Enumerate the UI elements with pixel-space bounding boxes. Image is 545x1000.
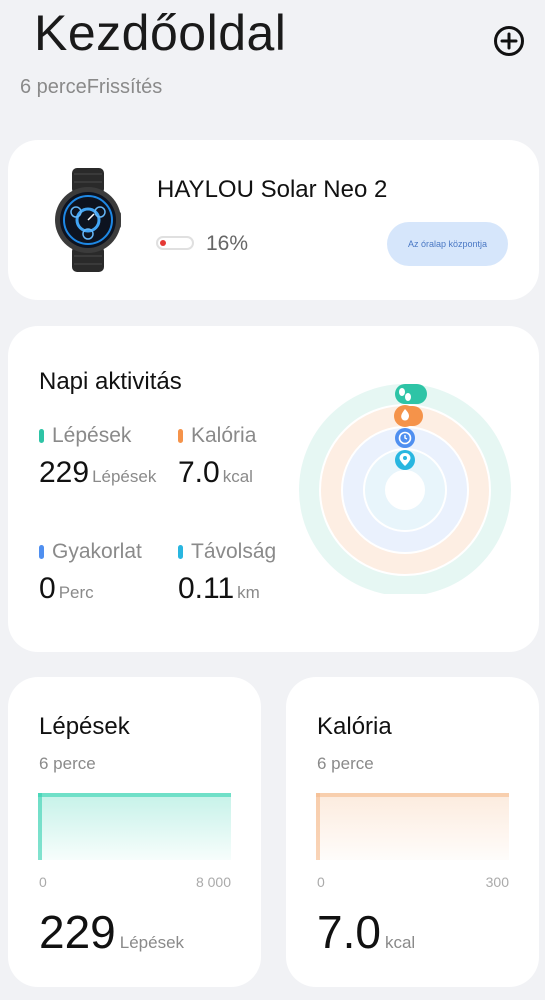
calories-dot-icon	[178, 429, 183, 443]
steps-card-title: Lépések	[39, 713, 130, 740]
daily-activity-card[interactable]: Napi aktivitás Lépések 229 Lépések Kalóri…	[8, 326, 539, 652]
metric-unit: kcal	[222, 467, 253, 486]
calories-axis-min: 0	[317, 874, 325, 890]
last-refresh-text: 6 perceFrissítés	[20, 76, 163, 98]
steps-chart-bar	[38, 793, 42, 860]
steps-chart	[38, 793, 231, 860]
calories-chart	[316, 793, 509, 860]
metric-label: Lépések	[52, 424, 132, 447]
metric-unit: km	[237, 583, 260, 602]
calories-card-title: Kalória	[317, 713, 392, 740]
metric-value: 0.11	[178, 572, 235, 605]
metric-calories: Kalória 7.0 kcal	[178, 424, 256, 490]
metric-steps: Lépések 229 Lépések	[39, 424, 156, 490]
metric-value: 0	[39, 572, 56, 605]
steps-card-updated: 6 perce	[39, 754, 96, 773]
battery-percent: 16%	[206, 232, 249, 255]
device-name: HAYLOU Solar Neo 2	[157, 176, 388, 203]
calories-chart-bar	[316, 793, 320, 860]
calories-value: 7.0	[317, 906, 381, 958]
steps-dot-icon	[39, 429, 44, 443]
metric-label: Távolság	[191, 540, 277, 563]
calories-card-updated: 6 perce	[317, 754, 374, 773]
battery-icon	[156, 236, 194, 250]
metric-unit: Perc	[58, 583, 94, 602]
watch-face-center-button[interactable]: Az óralap központja	[387, 222, 508, 266]
metric-unit: Lépések	[92, 467, 157, 486]
calories-axis-max: 300	[485, 874, 509, 890]
exercise-dot-icon	[39, 545, 44, 559]
metric-value: 7.0	[178, 456, 220, 489]
metric-label: Gyakorlat	[52, 540, 142, 563]
metric-label: Kalória	[191, 424, 257, 447]
activity-title: Napi aktivitás	[39, 368, 182, 395]
activity-rings	[299, 384, 511, 594]
metric-exercise: Gyakorlat 0 Perc	[39, 540, 142, 606]
calories-card[interactable]: Kalória 6 perce 0 300 7.0 kcal	[286, 677, 539, 987]
battery-level-fill	[160, 240, 166, 246]
steps-unit: Lépések	[119, 933, 185, 952]
add-button[interactable]	[492, 24, 526, 58]
calories-unit: kcal	[384, 933, 416, 952]
distance-dot-icon	[178, 545, 183, 559]
metric-value: 229	[39, 456, 90, 489]
smartwatch-icon	[55, 168, 121, 272]
metric-distance: Távolság 0.11 km	[178, 540, 276, 606]
calories-chart-area	[316, 794, 509, 860]
steps-axis-min: 0	[39, 874, 47, 890]
steps-value: 229	[39, 906, 116, 958]
steps-axis-max: 8 000	[195, 874, 231, 890]
steps-card[interactable]: Lépések 6 perce 0 8 000 229 Lépések	[8, 677, 261, 987]
device-card[interactable]: HAYLOU Solar Neo 2 16% Az óralap központ…	[8, 140, 539, 300]
plus-circle-icon	[494, 26, 524, 56]
steps-chart-area	[38, 794, 231, 860]
page-title: Kezdőoldal	[34, 5, 287, 61]
